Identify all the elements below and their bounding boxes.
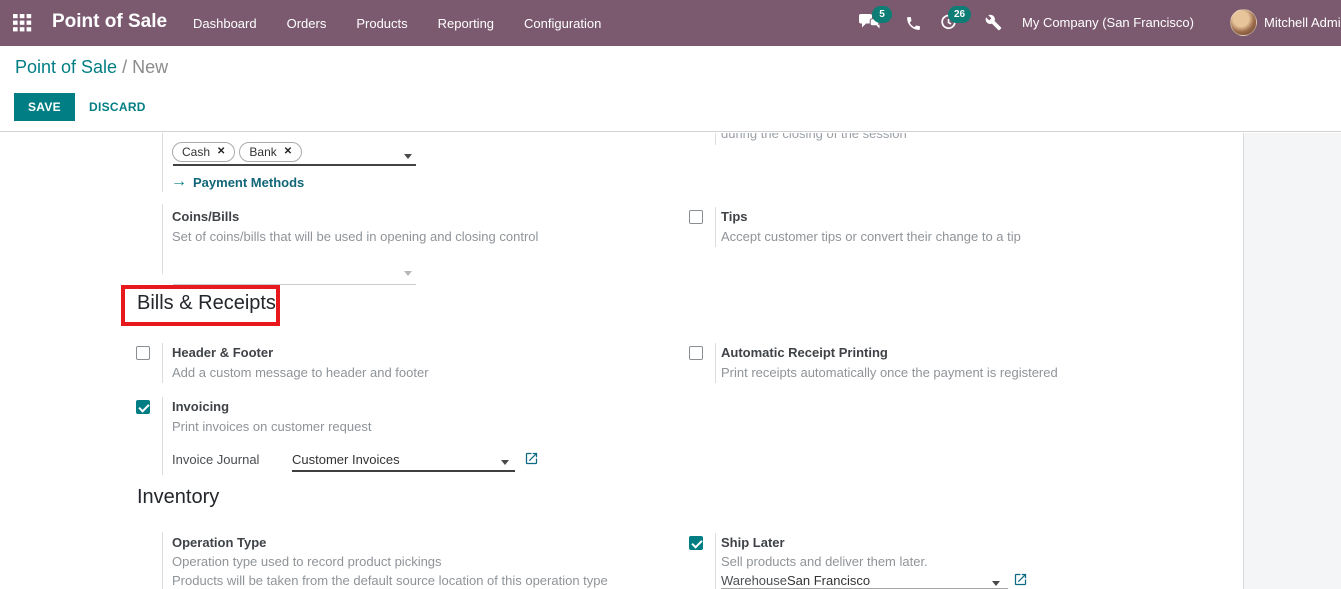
sheet-side-margin — [1243, 133, 1341, 589]
auto-receipt-checkbox[interactable] — [689, 346, 703, 360]
clipped-setting-description: during the closing of the session — [721, 133, 907, 141]
invoicing-checkbox[interactable] — [136, 400, 150, 414]
apps-grid-icon-svg — [13, 14, 32, 32]
app-title[interactable]: Point of Sale — [52, 11, 167, 33]
caret-down-icon[interactable] — [404, 271, 412, 276]
ship-later-checkbox[interactable] — [689, 536, 703, 550]
header-footer-label[interactable]: Header & Footer — [172, 345, 273, 360]
remove-tag-icon[interactable]: ✕ — [284, 147, 292, 157]
breadcrumb-current: New — [132, 57, 168, 77]
breadcrumb: Point of Sale / New — [15, 57, 168, 78]
operation-type-description-2: Products will be taken from the default … — [172, 573, 608, 588]
nav-reporting[interactable]: Reporting — [438, 16, 494, 31]
coins-bills-description: Set of coins/bills that will be used in … — [172, 229, 538, 244]
auto-receipt-description: Print receipts automatically once the pa… — [721, 365, 1058, 380]
divider — [715, 207, 716, 247]
payment-method-tag-cash[interactable]: Cash ✕ — [172, 142, 235, 162]
nav-dashboard[interactable]: Dashboard — [193, 16, 257, 31]
tips-label[interactable]: Tips — [721, 209, 748, 224]
breadcrumb-root-link[interactable]: Point of Sale — [15, 57, 117, 77]
invoicing-label[interactable]: Invoicing — [172, 399, 229, 414]
header-footer-checkbox[interactable] — [136, 346, 150, 360]
company-switcher[interactable]: My Company (San Francisco) — [1022, 15, 1194, 30]
tools-icon[interactable] — [985, 14, 1002, 34]
tips-description: Accept customer tips or convert their ch… — [721, 229, 1021, 244]
divider — [162, 343, 163, 383]
header-footer-description: Add a custom message to header and foote… — [172, 365, 429, 380]
divider — [162, 397, 163, 475]
warehouse-value[interactable]: San Francisco — [787, 573, 870, 588]
external-link-icon[interactable] — [524, 451, 539, 469]
main-menu: Dashboard Orders Products Reporting Conf… — [193, 0, 601, 46]
coins-bills-label: Coins/Bills — [172, 209, 239, 224]
invoice-journal-label: Invoice Journal — [172, 452, 259, 467]
settings-form-sheet: during the closing of the session Cash ✕… — [0, 133, 1243, 589]
section-heading-bills-receipts: Bills & Receipts — [137, 292, 276, 315]
caret-down-icon[interactable] — [501, 460, 509, 465]
divider — [715, 533, 716, 589]
invoicing-description: Print invoices on customer request — [172, 419, 371, 434]
caret-down-icon[interactable] — [992, 581, 1000, 586]
nav-configuration[interactable]: Configuration — [524, 16, 601, 31]
remove-tag-icon[interactable]: ✕ — [217, 147, 225, 157]
operation-type-description-1: Operation type used to record product pi… — [172, 554, 442, 569]
breadcrumb-separator: / — [122, 57, 127, 77]
tips-checkbox[interactable] — [689, 210, 703, 224]
divider — [162, 532, 163, 589]
apps-grid-icon[interactable] — [13, 14, 33, 32]
nav-orders[interactable]: Orders — [287, 16, 327, 31]
discard-button[interactable]: DISCARD — [81, 93, 154, 121]
caret-down-icon[interactable] — [404, 154, 412, 159]
divider — [715, 133, 716, 145]
invoice-journal-value[interactable]: Customer Invoices — [292, 452, 400, 467]
arrow-right-icon: → — [171, 174, 187, 190]
activities-count-badge[interactable]: 26 — [948, 6, 971, 23]
divider — [715, 343, 716, 383]
payment-methods-link[interactable]: → Payment Methods — [171, 174, 304, 190]
tag-label: Cash — [182, 145, 210, 159]
messages-count-badge[interactable]: 5 — [872, 6, 892, 23]
tag-label: Bank — [249, 145, 276, 159]
payment-methods-link-label: Payment Methods — [193, 175, 304, 190]
ship-later-label[interactable]: Ship Later — [721, 535, 785, 550]
external-link-icon[interactable] — [1013, 572, 1028, 589]
auto-receipt-label[interactable]: Automatic Receipt Printing — [721, 345, 888, 360]
payment-methods-field[interactable]: Cash ✕ Bank ✕ — [172, 142, 302, 162]
section-heading-inventory: Inventory — [137, 486, 219, 509]
top-navbar: Point of Sale Dashboard Orders Products … — [0, 0, 1341, 46]
nav-products[interactable]: Products — [356, 16, 407, 31]
user-menu[interactable]: Mitchell Admin — [1264, 15, 1341, 30]
operation-type-label: Operation Type — [172, 535, 266, 550]
field-underline — [292, 470, 515, 472]
user-avatar[interactable] — [1230, 9, 1257, 36]
payment-method-tag-bank[interactable]: Bank ✕ — [239, 142, 302, 162]
divider — [162, 204, 163, 274]
ship-later-description: Sell products and deliver them later. — [721, 554, 928, 569]
control-panel: Point of Sale / New SAVE DISCARD — [0, 46, 1341, 132]
phone-icon[interactable] — [905, 15, 922, 35]
warehouse-label: Warehouse — [721, 573, 787, 588]
divider — [162, 133, 163, 192]
save-button[interactable]: SAVE — [14, 93, 75, 121]
field-underline — [173, 164, 416, 166]
